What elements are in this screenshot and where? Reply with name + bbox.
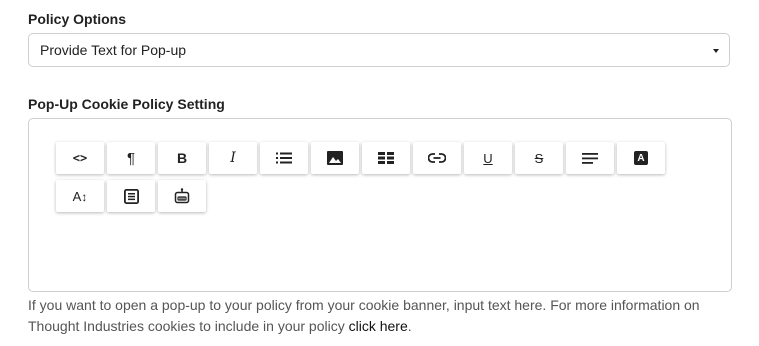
insert-table-button[interactable] (362, 142, 410, 174)
chevron-down-icon (713, 49, 719, 53)
help-text: If you want to open a pop-up to your pol… (28, 295, 738, 337)
underline-button[interactable]: U (464, 142, 512, 174)
policy-options-label: Policy Options (28, 11, 127, 27)
text-color-icon: A (634, 151, 648, 165)
bulleted-list-button[interactable] (260, 142, 308, 174)
up-down-arrow: ↕ (81, 189, 88, 204)
align-button[interactable] (566, 142, 614, 174)
bold-button[interactable]: B (158, 142, 206, 174)
policy-options-selected-value: Provide Text for Pop-up (40, 42, 187, 58)
italic-button[interactable]: I (209, 142, 257, 174)
blocks-button[interactable] (107, 180, 155, 212)
paragraph-button[interactable]: ¶ (107, 142, 155, 174)
align-left-icon (582, 152, 598, 164)
document-icon (123, 188, 139, 204)
insert-image-button[interactable] (311, 142, 359, 174)
code-icon: <> (72, 151, 88, 165)
underline-icon: U (483, 150, 493, 166)
table-icon (378, 152, 394, 164)
help-text-trailing: . (407, 318, 412, 334)
link-icon (428, 153, 446, 163)
font-size-icon: A↕ (73, 189, 88, 204)
strikethrough-icon: S (534, 150, 544, 166)
text-color-button[interactable]: A (617, 142, 665, 174)
strikethrough-button[interactable]: S (515, 142, 563, 174)
pilcrow-icon: ¶ (126, 149, 136, 167)
image-icon (327, 151, 343, 165)
popup-setting-label: Pop-Up Cookie Policy Setting (28, 96, 225, 112)
code-view-button[interactable]: <> (56, 142, 104, 174)
insert-link-button[interactable] (413, 142, 461, 174)
policy-options-select[interactable]: Provide Text for Pop-up (28, 33, 730, 67)
robot-icon (174, 188, 190, 204)
click-here-link[interactable]: click here (349, 318, 408, 334)
bold-icon: B (176, 150, 188, 166)
list-icon (276, 152, 292, 164)
italic-icon: I (230, 150, 236, 166)
font-size-button[interactable]: A↕ (56, 180, 104, 212)
embed-button[interactable] (158, 180, 206, 212)
policy-text-editor[interactable]: <> ¶ B I U S A A↕ (28, 118, 732, 292)
